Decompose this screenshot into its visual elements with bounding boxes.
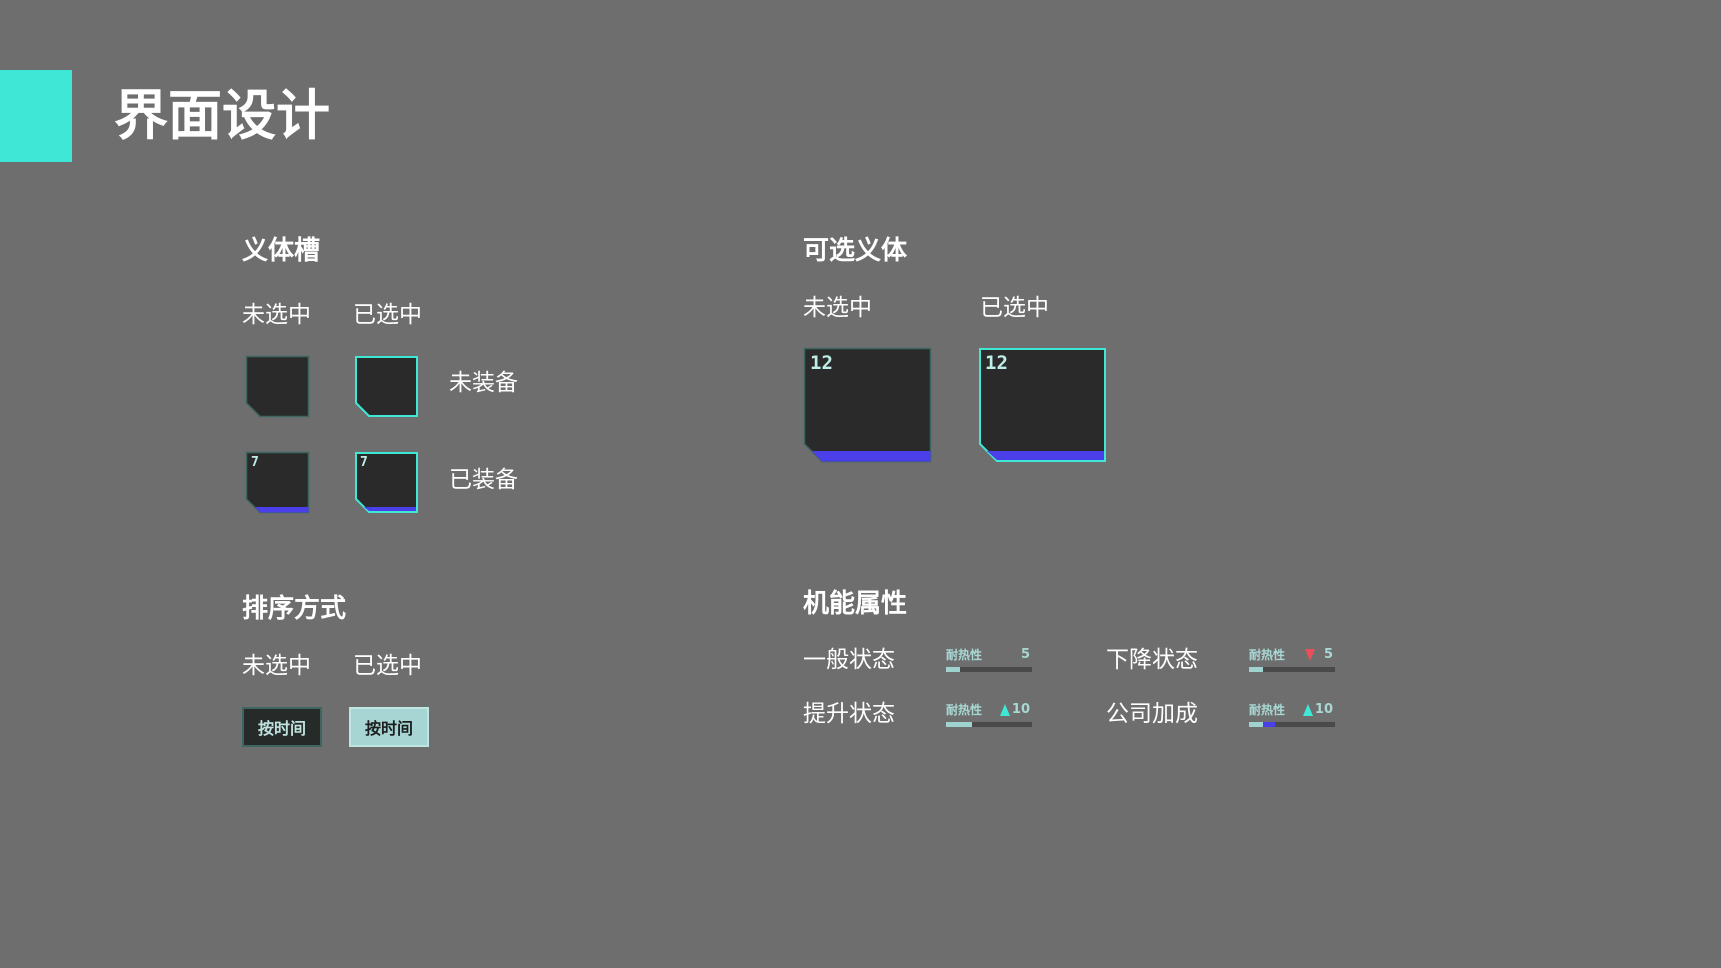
attr-level-fill [1249,667,1263,672]
attr-value: 5 [1323,647,1333,662]
attr-level-bar [1249,722,1335,727]
attr-state-label: 下降状态 [1106,647,1198,673]
attr-bonus-fill [1262,722,1275,727]
attr-level-bar [946,667,1032,672]
attr-name: 耐热性 [1249,648,1286,662]
attr-heat-resistance-decrease: 耐热性 5 [1249,648,1335,672]
attr-value: 10 [1314,702,1333,717]
sort-col-unselected: 未选中 [242,653,311,679]
attr-state-label: 一般状态 [803,647,895,673]
accent-block [0,70,72,162]
attr-name: 耐热性 [946,648,983,662]
selectable-implant-card-unselected[interactable]: 12 [803,347,932,463]
implant-number: 12 [810,352,833,374]
attr-level-bar [946,722,1032,727]
attr-heat-resistance-general: 耐热性 5 [946,648,1032,672]
sort-by-time-button-selected[interactable]: 按时间 [349,707,429,747]
attr-state-label: 提升状态 [803,701,895,727]
attr-name: 耐热性 [946,703,983,717]
decrease-arrow-icon [1305,649,1315,661]
implant-slot-title: 义体槽 [242,236,321,266]
implant-slot-equipped-unselected[interactable]: 7 [245,451,310,514]
selectable-col-selected: 已选中 [980,295,1049,321]
implant-slot-empty-selected[interactable] [355,356,418,417]
attr-state-label: 公司加成 [1106,701,1198,727]
page-title: 界面设计 [114,84,330,147]
attr-level-fill [946,667,960,672]
implant-number: 7 [360,455,368,470]
selectable-implant-card-selected[interactable]: 12 [979,348,1106,462]
selectable-col-unselected: 未选中 [803,295,872,321]
implant-slot-row-unequipped: 未装备 [449,370,518,396]
attr-value: 10 [1011,702,1030,717]
attr-name: 耐热性 [1249,703,1286,717]
attr-heat-resistance-increase: 耐热性 10 [946,703,1032,727]
implant-slot-col-selected: 已选中 [353,302,422,328]
increase-arrow-icon [1000,704,1010,716]
implant-slot-empty-unselected[interactable] [245,355,310,418]
sort-by-time-button-unselected[interactable]: 按时间 [242,707,322,747]
function-attributes-title: 机能属性 [803,589,908,619]
attr-level-fill [946,722,972,727]
implant-slot-equipped-selected[interactable]: 7 [355,452,418,513]
attr-value: 5 [1020,647,1030,662]
attr-level-bar [1249,667,1335,672]
implant-number: 7 [251,455,259,470]
attr-level-fill [1249,722,1263,727]
implant-slot-row-equipped: 已装备 [449,467,518,493]
attr-heat-resistance-company-bonus: 耐热性 10 [1249,703,1335,727]
implant-number: 12 [985,352,1008,374]
selectable-implants-title: 可选义体 [803,236,908,266]
implant-slot-col-unselected: 未选中 [242,302,311,328]
sort-col-selected: 已选中 [353,653,422,679]
increase-arrow-icon [1303,704,1313,716]
sort-method-title: 排序方式 [242,594,347,624]
